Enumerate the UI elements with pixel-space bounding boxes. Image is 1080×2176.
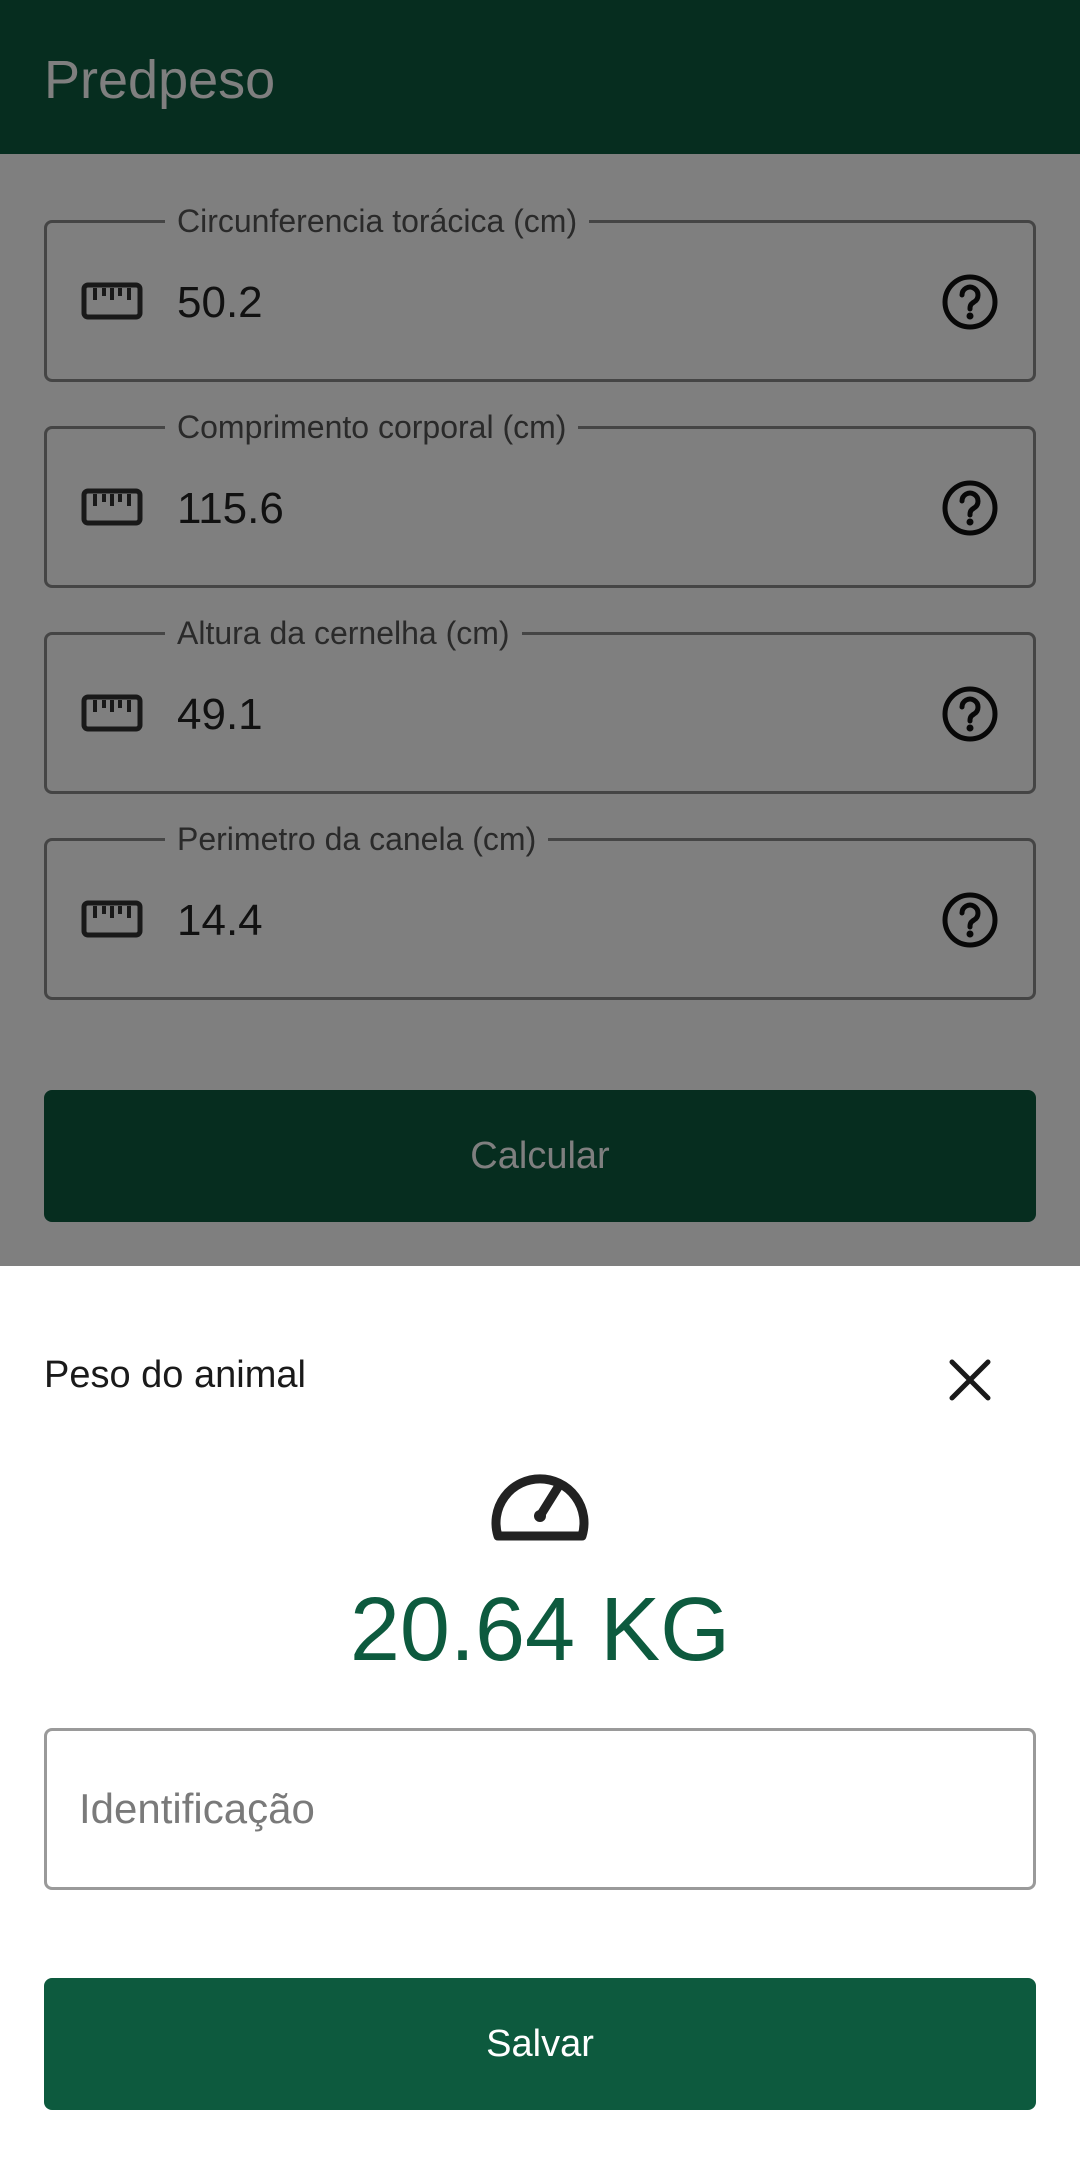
modal-scrim[interactable]: [0, 0, 1080, 1266]
close-icon[interactable]: [940, 1350, 1000, 1410]
weight-result-sheet: Peso do animal 20.64 KG Salvar: [0, 1266, 1080, 2176]
save-button[interactable]: Salvar: [44, 1978, 1036, 2110]
sheet-title: Peso do animal: [44, 1354, 306, 1396]
speedometer-icon: [491, 1474, 589, 1541]
weight-result: 20.64 KG: [349, 1580, 731, 1680]
identification-input[interactable]: [44, 1728, 1036, 1890]
